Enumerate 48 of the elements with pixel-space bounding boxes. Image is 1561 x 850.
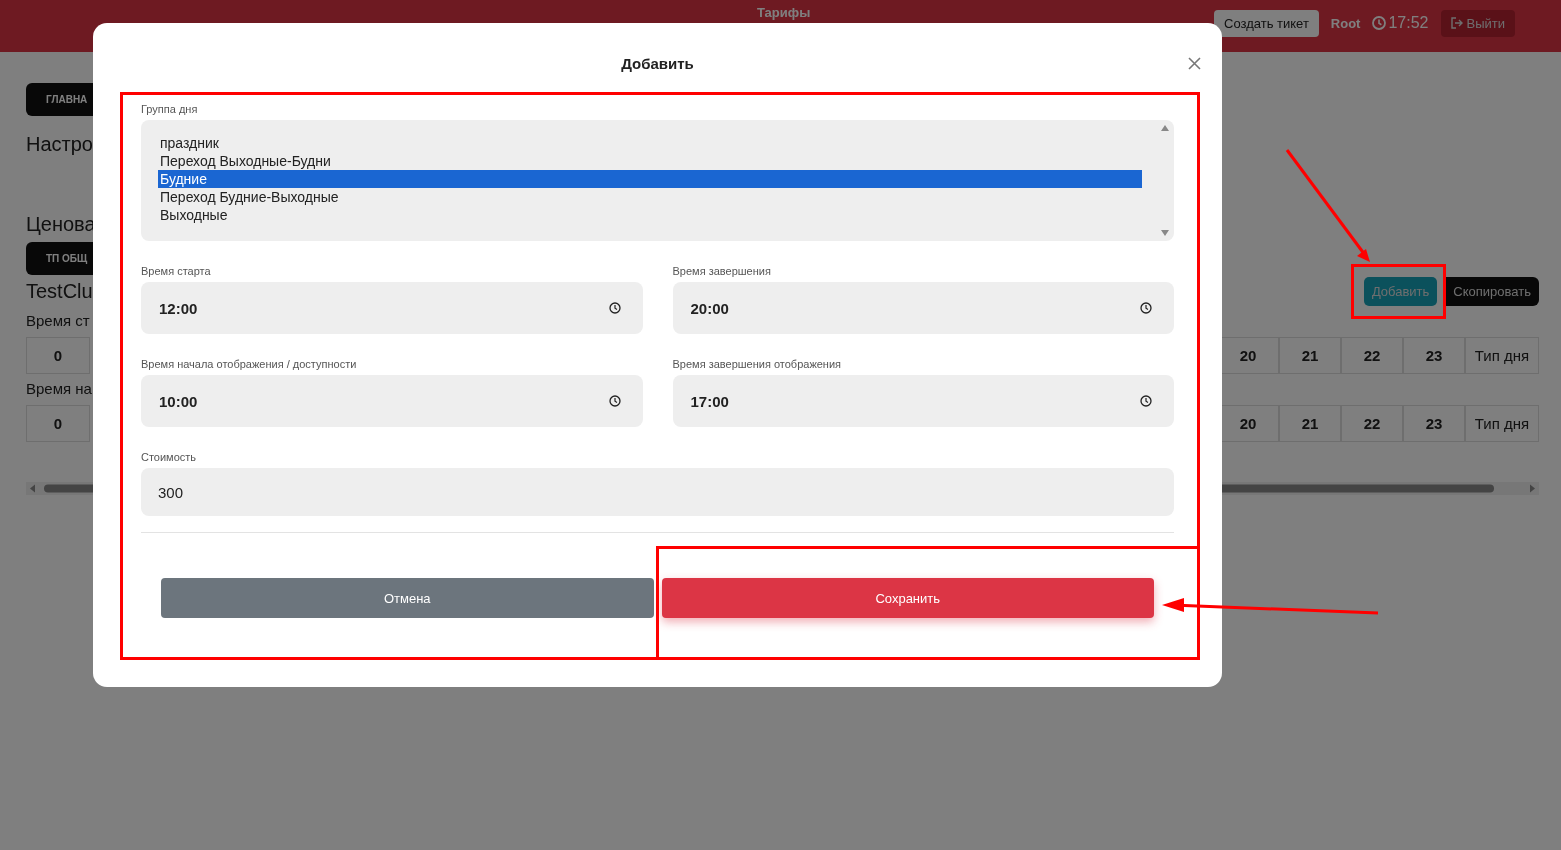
clock-icon [608,302,621,314]
field-label: Группа дня [141,103,199,115]
day-group-list[interactable]: праздник Переход Выходные-Будни Будние Переход Будние-Выходные Выходные [141,120,1174,241]
clock-icon [1372,16,1387,30]
close-icon[interactable] [1188,57,1201,70]
page-title: Тарифы [757,5,811,20]
table-cell: 23 [1403,405,1465,442]
number-field[interactable]: 300 [141,468,1174,516]
save-button[interactable]: Сохранить [661,578,1154,618]
time-field[interactable]: 10:00 [141,375,643,427]
table-cell: 0 [26,337,90,374]
table-cell: 21 [1279,337,1341,374]
clock-icon [1140,395,1152,407]
settings-heading: Настро [26,133,93,156]
table-cell: 0 [26,405,90,442]
field-label: Время старта [141,265,212,277]
row-label: Время ст [26,312,91,329]
list-option[interactable]: Выходные [158,206,1142,224]
field-label: Стоимость [141,451,198,463]
time-field[interactable]: 20:00 [672,282,1174,334]
time-field[interactable]: 17:00 [672,375,1174,427]
field-label: Время начала отображения / доступности [141,358,358,370]
field-label: Время завершения отображения [672,358,843,370]
table-cell: 22 [1341,337,1403,374]
create-ticket-button[interactable]: Создать тикет [1214,9,1319,37]
table-cell: 23 [1403,337,1465,374]
clock-icon [1140,302,1152,314]
dialog-title: Добавить [621,54,694,72]
club-name: TestClu [26,280,93,303]
cancel-button[interactable]: Отмена [161,578,654,618]
list-option[interactable]: Переход Выходные-Будни [158,152,1142,170]
table-cell: Тип дня [1465,405,1539,442]
clock-time: 17:52 [1388,14,1429,32]
pricing-heading: Ценова [26,213,96,236]
table-cell: 22 [1341,405,1403,442]
copy-button[interactable]: Скопировать [1445,277,1539,306]
list-option[interactable]: Переход Будние-Выходные [158,188,1142,206]
table-cell: Тип дня [1465,337,1539,374]
time-field[interactable]: 12:00 [141,282,643,334]
row-label: Время на [26,380,93,397]
field-label: Время завершения [672,265,772,277]
list-scrollbar[interactable] [1160,124,1170,237]
list-option[interactable]: праздник [158,134,1142,152]
clock-icon [608,395,621,407]
table-cell: 21 [1279,405,1341,442]
logout-icon [1450,17,1463,29]
user-name: Root [1330,15,1361,31]
list-option[interactable]: Будние [158,170,1142,188]
